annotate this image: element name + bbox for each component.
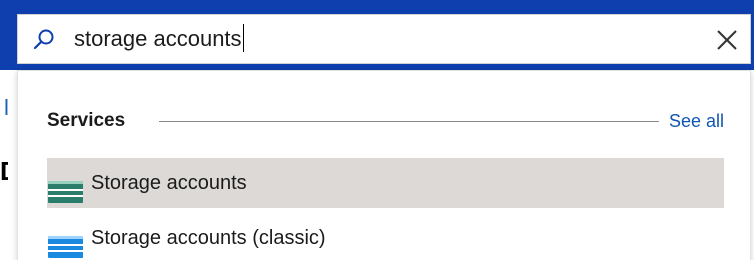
text-caret — [242, 24, 244, 53]
section-title: Services — [47, 110, 126, 131]
background-link-fragment: l — [4, 95, 9, 120]
background-heading-fragment: D — [0, 156, 8, 186]
see-all-link[interactable]: See all — [669, 109, 724, 133]
result-storage-accounts-classic[interactable]: Storage accounts (classic) — [47, 213, 724, 260]
result-label: Storage accounts — [91, 172, 247, 194]
result-storage-accounts[interactable]: Storage accounts — [47, 158, 724, 208]
close-icon[interactable] — [714, 27, 740, 53]
section-divider — [159, 121, 659, 122]
search-input[interactable]: storage accounts — [74, 15, 244, 63]
storage-account-classic-icon — [48, 227, 83, 258]
search-results-dropdown: Services See all Storage accounts Storag… — [17, 70, 751, 260]
search-input-value: storage accounts — [74, 26, 242, 51]
result-label: Storage accounts (classic) — [91, 227, 326, 249]
global-search-box[interactable]: storage accounts — [17, 14, 751, 64]
storage-account-icon — [48, 172, 83, 203]
services-section-header: Services See all — [47, 109, 727, 133]
portal-search-screen: storage accounts l D Services See all — [0, 0, 754, 260]
search-icon — [32, 28, 56, 52]
